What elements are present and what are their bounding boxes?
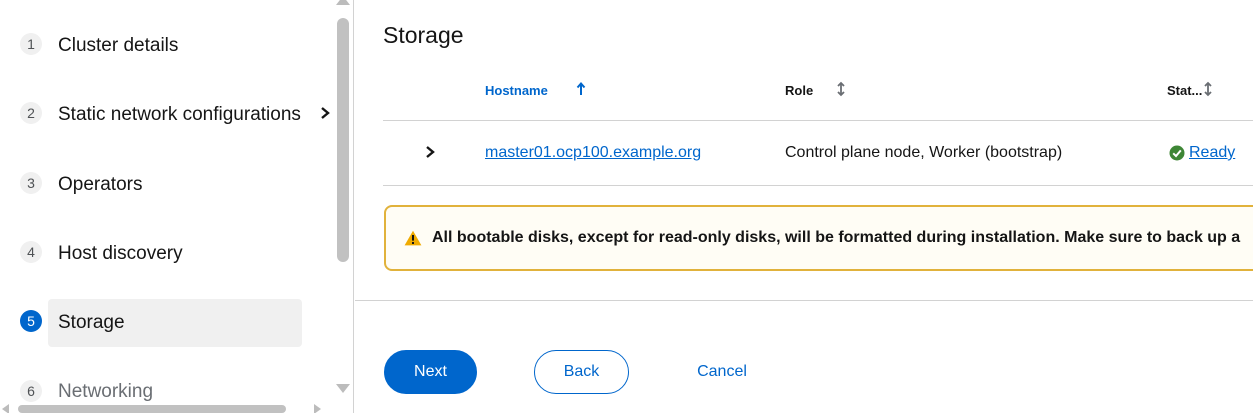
table-row-divider [383, 185, 1253, 186]
check-circle-icon [1169, 145, 1185, 161]
step-label: Static network configurations [58, 104, 301, 125]
role-cell: Control plane node, Worker (bootstrap) [785, 144, 1063, 161]
step-label: Operators [58, 174, 143, 195]
sort-ascending-icon[interactable] [576, 81, 586, 97]
step-number: 2 [20, 102, 42, 124]
column-header-hostname[interactable]: Hostname [485, 83, 548, 98]
step-label: Networking [58, 381, 154, 402]
step-label: Host discovery [58, 243, 183, 264]
step-label: Cluster details [58, 35, 179, 56]
step-number: 1 [20, 33, 42, 55]
scrollbar-thumb[interactable] [337, 18, 349, 262]
status-link[interactable]: Ready [1189, 144, 1235, 162]
wizard-main: Storage Hostname Role Stat... master01.o… [355, 0, 1253, 413]
warning-alert: All bootable disks, except for read-only… [384, 205, 1253, 271]
back-button[interactable]: Back [534, 350, 629, 394]
nav-step-static-network[interactable]: 2 Static network configurations [0, 91, 334, 139]
scroll-left-icon[interactable] [2, 404, 9, 413]
nav-step-storage[interactable]: 5 Storage [0, 299, 334, 347]
step-number: 5 [20, 310, 42, 332]
table-header-divider [383, 120, 1253, 121]
chevron-right-icon[interactable] [423, 144, 437, 160]
nav-step-operators[interactable]: 3 Operators [0, 161, 334, 209]
scroll-down-icon[interactable] [336, 384, 350, 393]
step-label: Storage [58, 312, 125, 333]
wizard-nav: 1 Cluster details 2 Static network confi… [0, 0, 354, 413]
nav-vertical-scrollbar[interactable] [334, 0, 352, 413]
scrollbar-thumb[interactable] [18, 405, 286, 413]
footer-divider [355, 300, 1253, 301]
sort-icon[interactable] [1203, 81, 1213, 97]
nav-horizontal-scrollbar[interactable] [0, 402, 334, 413]
page-title: Storage [383, 22, 464, 48]
scroll-right-icon[interactable] [314, 404, 321, 413]
column-header-status[interactable]: Stat... [1167, 83, 1202, 98]
sort-icon[interactable] [836, 81, 846, 97]
step-number: 3 [20, 172, 42, 194]
scroll-up-icon[interactable] [336, 0, 350, 5]
next-button[interactable]: Next [384, 350, 477, 394]
nav-step-cluster-details[interactable]: 1 Cluster details [0, 22, 334, 70]
warning-triangle-icon [404, 230, 422, 246]
step-number: 4 [20, 241, 42, 263]
nav-step-host-discovery[interactable]: 4 Host discovery [0, 230, 334, 278]
column-header-role[interactable]: Role [785, 83, 813, 98]
cancel-button[interactable]: Cancel [685, 350, 759, 394]
step-number: 6 [20, 380, 42, 402]
chevron-right-icon[interactable] [318, 105, 332, 121]
hostname-link[interactable]: master01.ocp100.example.org [485, 144, 701, 162]
alert-message: All bootable disks, except for read-only… [432, 229, 1241, 246]
